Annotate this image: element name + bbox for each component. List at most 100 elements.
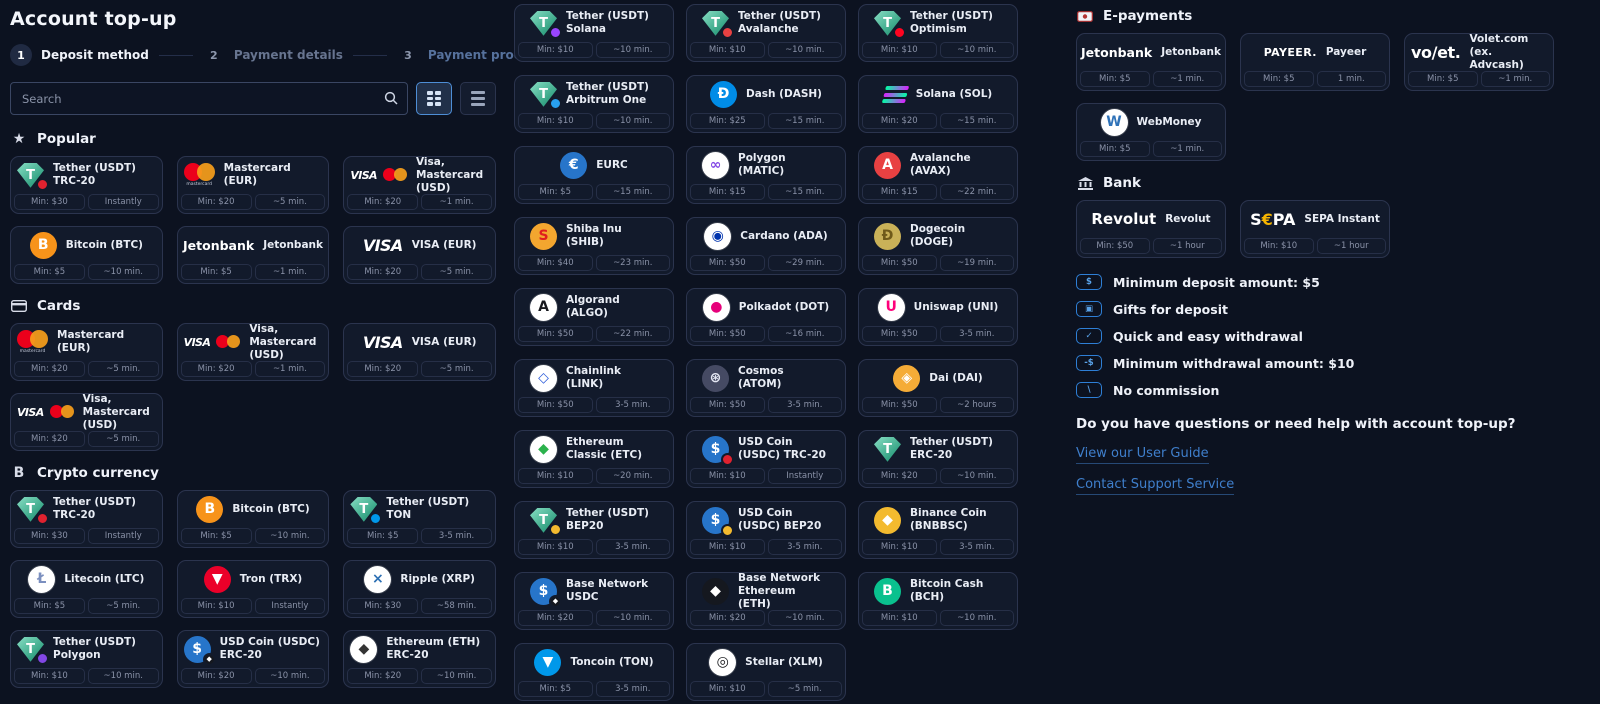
method-processing-time: ~5 min.: [88, 598, 159, 615]
method-footer: Min: $50~22 min.: [515, 326, 673, 346]
method-card-binance-coin-bnbbsc[interactable]: ◆Binance Coin (BNBBSC)Min: $103-5 min.: [858, 501, 1018, 559]
polygon-matic-icon: ∞: [702, 152, 729, 179]
search-input[interactable]: [10, 82, 408, 115]
step-divider: [159, 55, 193, 56]
list-view-button[interactable]: [460, 82, 496, 115]
polkadot-dot-icon: ●: [703, 294, 730, 321]
method-card-mastercard-eur[interactable]: mastercardMastercard (EUR)Min: $20~5 min…: [10, 323, 163, 381]
method-card-usd-coin-usdc-bep20[interactable]: $USD Coin (USDC) BEP20Min: $103-5 min.: [686, 501, 846, 559]
method-card-visa-eur[interactable]: VISAVISA (EUR)Min: $20~5 min.: [343, 226, 496, 284]
tether-usdt-optimism-icon: T: [874, 11, 901, 36]
method-min-amount: Min: $50: [862, 255, 937, 272]
method-card-stellar-xlm[interactable]: ◎Stellar (XLM)Min: $10~5 min.: [686, 643, 846, 701]
method-card-uniswap-uni[interactable]: UUniswap (UNI)Min: $503-5 min.: [858, 288, 1018, 346]
method-card-jetonbank[interactable]: JetonbankJetonbankMin: $5~1 min.: [1076, 33, 1226, 91]
method-card-avalanche-avax[interactable]: AAvalanche (AVAX)Min: $15~22 min.: [858, 146, 1018, 204]
usd-coin-usdc-bep20-icon: $: [702, 507, 729, 534]
method-card-polygon-matic[interactable]: ∞Polygon (MATIC)Min: $15~15 min.: [686, 146, 846, 204]
method-card-dash-dash[interactable]: ÐDash (DASH)Min: $25~15 min.: [686, 75, 846, 133]
method-card-shiba-inu-shib[interactable]: SShiba Inu (SHIB)Min: $40~23 min.: [514, 217, 674, 275]
method-processing-time: ~29 min.: [768, 255, 843, 272]
method-card-cosmos-atom[interactable]: ⊛Cosmos (ATOM)Min: $503-5 min.: [686, 359, 846, 417]
method-processing-time: ~15 min.: [768, 113, 843, 130]
method-card-visa-mastercard-usd[interactable]: VISAVisa, Mastercard (USD)Min: $20~1 min…: [177, 323, 330, 381]
method-card-volet-com-ex-advcash[interactable]: vo/et.Volet.com (ex. Advcash)Min: $5~1 m…: [1404, 33, 1554, 91]
method-name: Binance Coin (BNBBSC): [910, 507, 1002, 533]
method-card-eurc[interactable]: €EURCMin: $5~15 min.: [514, 146, 674, 204]
method-processing-time: ~1 min.: [1481, 71, 1551, 88]
method-card-payeer[interactable]: PAYEER.PayeerMin: $51 min.: [1240, 33, 1390, 91]
method-min-amount: Min: $40: [518, 255, 593, 272]
method-info: AAvalanche (AVAX): [859, 147, 1017, 184]
method-card-webmoney[interactable]: WWebMoneyMin: $5~1 min.: [1076, 103, 1226, 161]
method-min-amount: Min: $5: [518, 184, 593, 201]
method-card-dai-dai[interactable]: ◈Dai (DAI)Min: $50~2 hours: [858, 359, 1018, 417]
method-card-cardano-ada[interactable]: ◉Cardano (ADA)Min: $50~29 min.: [686, 217, 846, 275]
method-processing-time: ~58 min.: [421, 598, 492, 615]
method-card-bitcoin-btc[interactable]: BBitcoin (BTC)Min: $5~10 min.: [177, 490, 330, 548]
method-footer: Min: $25~15 min.: [687, 113, 845, 133]
method-min-amount: Min: $20: [347, 668, 418, 685]
method-footer: Min: $20~10 min.: [687, 610, 845, 630]
method-card-bitcoin-btc[interactable]: BBitcoin (BTC)Min: $5~10 min.: [10, 226, 163, 284]
method-card-tether-usdt-trc-20[interactable]: TTether (USDT) TRC-20Min: $30Instantly: [10, 490, 163, 548]
method-card-visa-mastercard-usd[interactable]: VISAVisa, Mastercard (USD)Min: $20~1 min…: [343, 156, 496, 214]
method-card-tether-usdt-solana[interactable]: TTether (USDT) SolanaMin: $10~10 min.: [514, 4, 674, 62]
bank-section-header: Bank: [1076, 175, 1590, 191]
step-payment-details: 2 Payment details: [203, 44, 343, 66]
method-card-tether-usdt-avalanche[interactable]: TTether (USDT) AvalancheMin: $10~10 min.: [686, 4, 846, 62]
help-heading: Do you have questions or need help with …: [1076, 415, 1516, 433]
method-card-tether-usdt-bep20[interactable]: TTether (USDT) BEP20Min: $103-5 min.: [514, 501, 674, 559]
method-card-tether-usdt-trc-20[interactable]: TTether (USDT) TRC-20Min: $30Instantly: [10, 156, 163, 214]
method-card-solana-sol[interactable]: Solana (SOL)Min: $20~15 min.: [858, 75, 1018, 133]
jetonbank-icon: Jetonbank: [1081, 45, 1152, 60]
method-card-tether-usdt-polygon[interactable]: TTether (USDT) PolygonMin: $10~10 min.: [10, 630, 163, 688]
method-card-polkadot-dot[interactable]: ●Polkadot (DOT)Min: $50~16 min.: [686, 288, 846, 346]
grid-view-button[interactable]: [416, 82, 452, 115]
method-processing-time: Instantly: [768, 468, 843, 485]
method-card-mastercard-eur[interactable]: mastercardMastercard (EUR)Min: $20~5 min…: [177, 156, 330, 214]
user-guide-link[interactable]: View our User Guide: [1076, 446, 1209, 464]
method-card-base-network-usdc[interactable]: $◆Base Network USDCMin: $20~10 min.: [514, 572, 674, 630]
method-info: $◆USD Coin (USDC) ERC-20: [178, 631, 329, 668]
shiba-inu-shib-icon: S: [530, 223, 557, 250]
method-info: RevolutRevolut: [1077, 201, 1225, 238]
method-card-ripple-xrp[interactable]: ×Ripple (XRP)Min: $30~58 min.: [343, 560, 496, 618]
method-min-amount: Min: $20: [518, 610, 593, 627]
method-card-tron-trx[interactable]: ▼Tron (TRX)Min: $10Instantly: [177, 560, 330, 618]
method-card-bitcoin-cash-bch[interactable]: BBitcoin Cash (BCH)Min: $10~10 min.: [858, 572, 1018, 630]
method-card-dogecoin-doge[interactable]: ÐDogecoin (DOGE)Min: $50~19 min.: [858, 217, 1018, 275]
method-card-base-network-ethereum-eth[interactable]: ◆Base Network Ethereum (ETH)Min: $20~10 …: [686, 572, 846, 630]
method-card-jetonbank[interactable]: JetonbankJetonbankMin: $5~1 min.: [177, 226, 330, 284]
method-card-tether-usdt-arbitrum-one[interactable]: TTether (USDT) Arbitrum OneMin: $10~10 m…: [514, 75, 674, 133]
method-footer: Min: $5~1 min.: [1077, 141, 1225, 161]
method-card-usd-coin-usdc-trc-20[interactable]: $USD Coin (USDC) TRC-20Min: $10Instantly: [686, 430, 846, 488]
avalanche-avax-icon: A: [874, 152, 901, 179]
method-card-algorand-algo[interactable]: AAlgorand (ALGO)Min: $50~22 min.: [514, 288, 674, 346]
method-card-visa-eur[interactable]: VISAVISA (EUR)Min: $20~5 min.: [343, 323, 496, 381]
method-card-usd-coin-usdc-erc-20[interactable]: $◆USD Coin (USDC) ERC-20Min: $20~10 min.: [177, 630, 330, 688]
method-name: Jetonbank: [1161, 46, 1221, 59]
method-processing-time: ~20 min.: [596, 468, 671, 485]
method-card-tether-usdt-ton[interactable]: TTether (USDT) TONMin: $53-5 min.: [343, 490, 496, 548]
method-card-ethereum-eth-erc-20[interactable]: ◆Ethereum (ETH) ERC-20Min: $20~10 min.: [343, 630, 496, 688]
method-footer: Min: $103-5 min.: [859, 539, 1017, 559]
method-card-sepa-instant[interactable]: S€PASEPA InstantMin: $10~1 hour: [1240, 200, 1390, 258]
method-card-chainlink-link[interactable]: ◇Chainlink (LINK)Min: $503-5 min.: [514, 359, 674, 417]
method-card-tether-usdt-optimism[interactable]: TTether (USDT) OptimismMin: $10~10 min.: [858, 4, 1018, 62]
method-footer: Min: $20~1 min.: [344, 194, 495, 214]
method-footer: Min: $50~1 hour: [1077, 238, 1225, 258]
method-processing-time: ~10 min.: [255, 528, 326, 545]
method-card-toncoin-ton[interactable]: ▼Toncoin (TON)Min: $53-5 min.: [514, 643, 674, 701]
method-card-tether-usdt-erc-20[interactable]: TTether (USDT) ERC-20Min: $20~10 min.: [858, 430, 1018, 488]
method-name: USD Coin (USDC) ERC-20: [220, 636, 323, 662]
contact-support-link[interactable]: Contact Support Service: [1076, 477, 1234, 495]
method-processing-time: ~10 min.: [255, 668, 326, 685]
method-card-litecoin-ltc[interactable]: ŁLitecoin (LTC)Min: $5~5 min.: [10, 560, 163, 618]
method-card-ethereum-classic-etc[interactable]: ◆Ethereum Classic (ETC)Min: $10~20 min.: [514, 430, 674, 488]
method-card-visa-mastercard-usd[interactable]: VISAVisa, Mastercard (USD)Min: $20~5 min…: [10, 393, 163, 451]
method-processing-time: ~1 hour: [1153, 238, 1223, 255]
method-info: VISAVisa, Mastercard (USD): [344, 157, 495, 194]
method-card-revolut[interactable]: RevolutRevolutMin: $50~1 hour: [1076, 200, 1226, 258]
feature-item: -$Minimum withdrawal amount: $10: [1076, 355, 1590, 371]
